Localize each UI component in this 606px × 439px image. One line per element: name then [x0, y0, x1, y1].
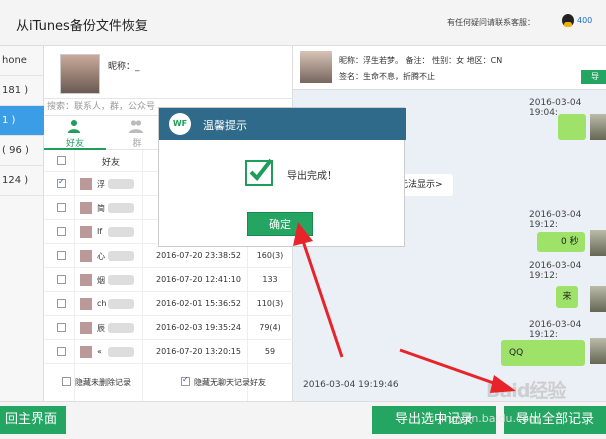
device-list: hone 181 ) 1 ) ( 96 ) 124 )	[0, 46, 44, 401]
row-checkbox[interactable]	[57, 323, 66, 332]
table-row[interactable]: ch 2016-02-01 15:36:52 110(3)	[44, 292, 293, 316]
profile-info: 昵称：浮生若梦。 备注： 性别：女 地区：CN	[339, 56, 503, 65]
chat-avatar	[590, 286, 606, 312]
table-footer: 隐藏未删除记录 隐藏无聊天记录好友	[44, 368, 293, 394]
hide-no-chat-checkbox[interactable]	[181, 375, 190, 386]
device-item[interactable]: 124 )	[0, 166, 44, 196]
table-row[interactable]: « 2016-07-20 13:20:15 59	[44, 340, 293, 364]
group-icon	[129, 120, 143, 133]
row-checkbox[interactable]	[57, 227, 66, 236]
chat-timestamp: 2016-03-04 19:12:	[529, 320, 582, 340]
chat-bubble: QQ	[501, 340, 585, 366]
device-item[interactable]: ( 96 )	[0, 136, 44, 166]
redacted-name	[108, 347, 134, 357]
friend-name: «	[97, 347, 102, 356]
hide-deleted-label: 隐藏未删除记录	[75, 378, 131, 387]
table-row[interactable]: 烟 2016-07-20 12:41:10 133	[44, 268, 293, 292]
export-contact-button[interactable]: 导	[581, 70, 606, 84]
friend-avatar	[80, 298, 92, 310]
chat-timestamp: 2016-03-04 19:12:	[529, 261, 582, 281]
hide-deleted-checkbox[interactable]	[62, 377, 71, 386]
table-row[interactable]: 辰 2016-02-03 19:35:24 79(4)	[44, 316, 293, 340]
select-all-checkbox[interactable]	[57, 156, 66, 165]
tab-groups-label: 群	[132, 139, 142, 149]
redacted-name	[108, 227, 134, 237]
tab-friends-label: 好友	[65, 139, 84, 149]
last-chat-date: 2016-07-20 12:41:10	[156, 275, 241, 284]
friend-avatar	[80, 346, 92, 358]
export-done-dialog: WF 温馨提示 导出完成！ 确定	[158, 107, 406, 247]
dialog-logo: WF	[169, 113, 191, 135]
dialog-message: 导出完成！	[287, 171, 337, 182]
ok-button[interactable]: 确定	[247, 212, 313, 236]
chat-timestamp: 2016-03-04 19:19:46	[303, 380, 399, 390]
help-number[interactable]: 400	[577, 16, 592, 25]
qq-icon[interactable]	[562, 14, 574, 27]
message-count: 110(3)	[256, 299, 284, 308]
last-chat-date: 2016-02-01 15:36:52	[156, 299, 241, 308]
title-bar: 从iTunes备份文件恢复 有任何疑问请联系客服： 400	[0, 0, 606, 46]
message-count: 133	[262, 275, 278, 284]
last-chat-date: 2016-07-20 13:20:15	[156, 347, 241, 356]
chat-avatar	[590, 230, 606, 256]
chat-bubble: 来	[556, 286, 578, 308]
dialog-header: WF 温馨提示	[159, 108, 406, 140]
chat-bubble	[558, 114, 586, 140]
friend-name: 浮	[97, 180, 105, 189]
friend-avatar	[80, 202, 92, 214]
message-count: 160(3)	[256, 251, 284, 260]
last-chat-date: 2016-07-20 23:38:52	[156, 251, 241, 260]
back-home-button[interactable]: 回主界面	[0, 406, 66, 434]
chat-avatar	[590, 338, 606, 364]
friend-name: ch	[97, 299, 107, 308]
friend-name: 心	[97, 252, 105, 261]
chat-timestamp: 2016-03-04 19:12:	[529, 210, 582, 230]
row-checkbox[interactable]	[57, 177, 66, 188]
friend-avatar	[80, 322, 92, 334]
baidu-watermark: Baid经验	[486, 380, 566, 402]
last-chat-date: 2016-02-03 19:35:24	[156, 323, 241, 332]
account-nick: 昵称：_	[108, 62, 140, 72]
column-friend: 好友	[102, 158, 121, 168]
row-checkbox[interactable]	[57, 347, 66, 356]
redacted-name	[108, 203, 134, 213]
success-check-icon	[245, 158, 273, 186]
profile-signature: 签名：生命不息，折腾不止	[339, 72, 435, 81]
hide-no-chat-label: 隐藏无聊天记录好友	[194, 378, 266, 387]
friend-avatar	[80, 250, 92, 262]
contact-profile: 昵称：浮生若梦。 备注： 性别：女 地区：CN 签名：生命不息，折腾不止 导	[293, 46, 606, 90]
window-title: 从iTunes备份文件恢复	[16, 19, 148, 34]
friend-name: 简	[97, 204, 105, 213]
friend-name: 烟	[97, 276, 105, 285]
baidu-url: jingyan.baidu.com	[438, 412, 540, 425]
device-item[interactable]: 181 )	[0, 76, 44, 106]
dialog-title: 温馨提示	[203, 119, 247, 132]
row-checkbox[interactable]	[57, 275, 66, 284]
redacted-name	[108, 275, 134, 285]
tab-friends[interactable]: 好友	[44, 116, 106, 150]
account-avatar	[60, 54, 100, 94]
row-checkbox[interactable]	[57, 299, 66, 308]
help-text: 有任何疑问请联系客服：	[447, 18, 535, 27]
message-count: 79(4)	[259, 323, 281, 332]
row-checkbox[interactable]	[57, 203, 66, 212]
friend-name: If	[97, 227, 103, 236]
friend-avatar	[80, 274, 92, 286]
redacted-name	[108, 179, 134, 189]
table-row[interactable]: 心 2016-07-20 23:38:52 160(3)	[44, 244, 293, 268]
friend-avatar	[80, 178, 92, 190]
message-count: 59	[264, 347, 276, 356]
contact-avatar	[300, 51, 332, 83]
device-item-selected[interactable]: 1 )	[0, 106, 44, 136]
redacted-name	[108, 323, 134, 333]
friend-avatar	[80, 226, 92, 238]
chat-avatar	[590, 114, 606, 140]
device-item[interactable]: hone	[0, 46, 44, 76]
redacted-name	[108, 251, 134, 261]
person-icon	[68, 120, 80, 133]
friend-name: 辰	[97, 324, 105, 333]
row-checkbox[interactable]	[57, 251, 66, 260]
redacted-name	[108, 299, 134, 309]
voice-message[interactable]: 0 秒	[537, 232, 585, 252]
